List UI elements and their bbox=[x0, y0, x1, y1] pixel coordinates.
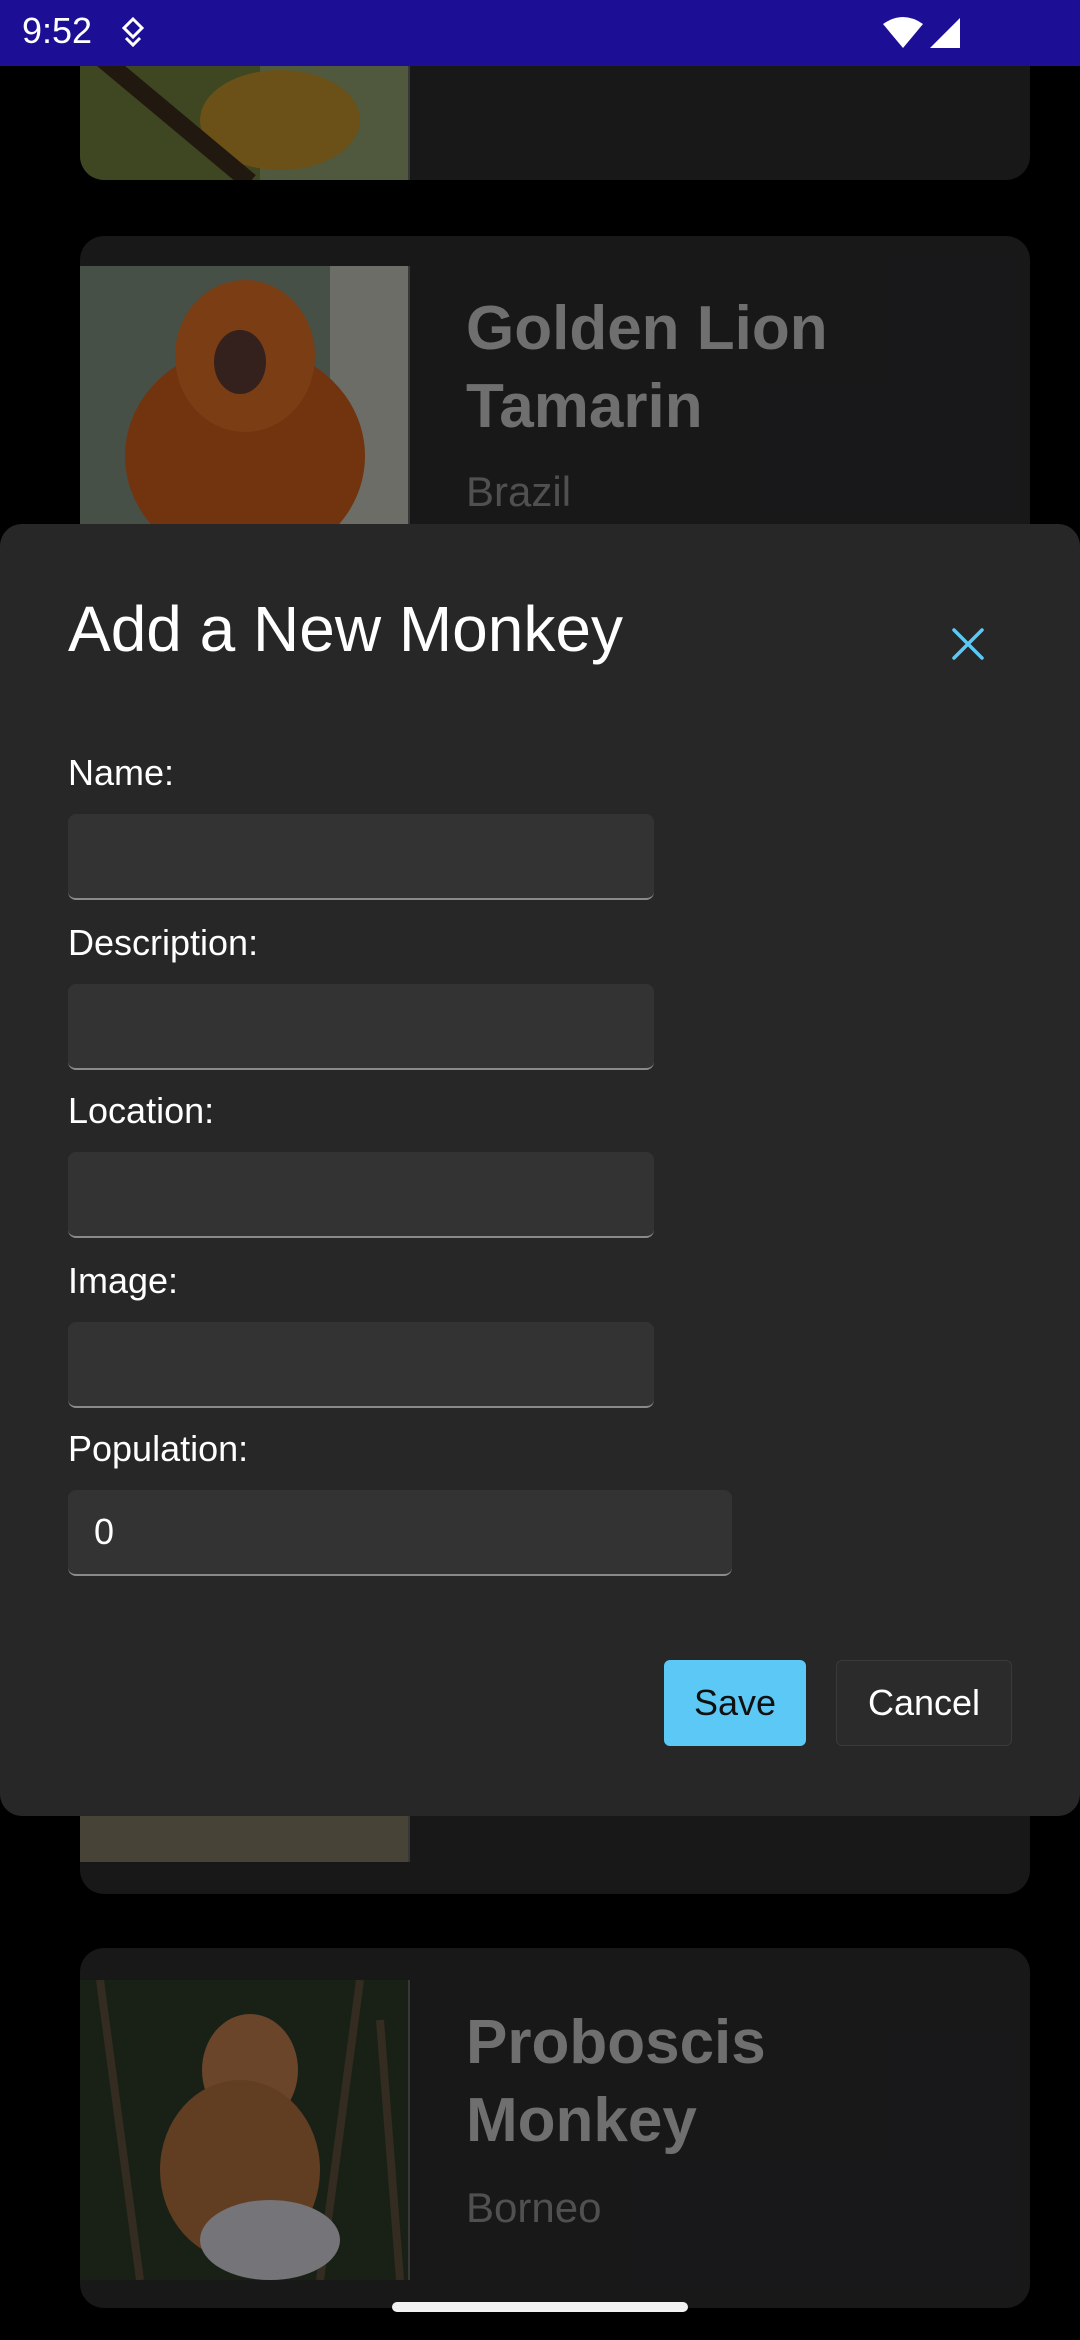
name-label: Name: bbox=[68, 752, 175, 793]
population-field[interactable] bbox=[68, 1490, 732, 1576]
monkey-image bbox=[80, 1980, 410, 2280]
population-label: Population: bbox=[68, 1428, 249, 1469]
monkey-name: Proboscis Monkey bbox=[466, 2008, 766, 2155]
cancel-button[interactable]: Cancel bbox=[836, 1660, 1012, 1746]
save-button[interactable]: Save bbox=[664, 1660, 806, 1746]
status-time: 9:52 bbox=[22, 10, 93, 51]
monkey-location: Borneo bbox=[466, 2184, 602, 2231]
add-monkey-dialog: Add a New Monkey Name: Description: Loca… bbox=[0, 524, 1080, 1816]
description-label: Description: bbox=[68, 922, 259, 963]
signal-icon bbox=[930, 18, 960, 48]
home-indicator[interactable] bbox=[392, 2302, 688, 2312]
monkey-name: Golden Lion Tamarin bbox=[466, 294, 828, 441]
monkey-location: Brazil bbox=[466, 468, 572, 515]
name-field[interactable] bbox=[68, 814, 654, 900]
dialog-title: Add a New Monkey bbox=[68, 593, 623, 665]
monkey-card[interactable]: Proboscis Monkey Borneo bbox=[80, 1948, 1030, 2308]
monkey-image bbox=[80, 266, 410, 528]
description-field[interactable] bbox=[68, 984, 654, 1070]
image-label: Image: bbox=[68, 1260, 179, 1301]
close-icon[interactable] bbox=[938, 614, 998, 674]
location-field[interactable] bbox=[68, 1152, 654, 1238]
image-field[interactable] bbox=[68, 1322, 654, 1408]
status-bar: 9:52 bbox=[0, 0, 1080, 66]
notification-icon bbox=[121, 16, 145, 48]
location-label: Location: bbox=[68, 1090, 215, 1131]
wifi-icon bbox=[883, 17, 923, 48]
